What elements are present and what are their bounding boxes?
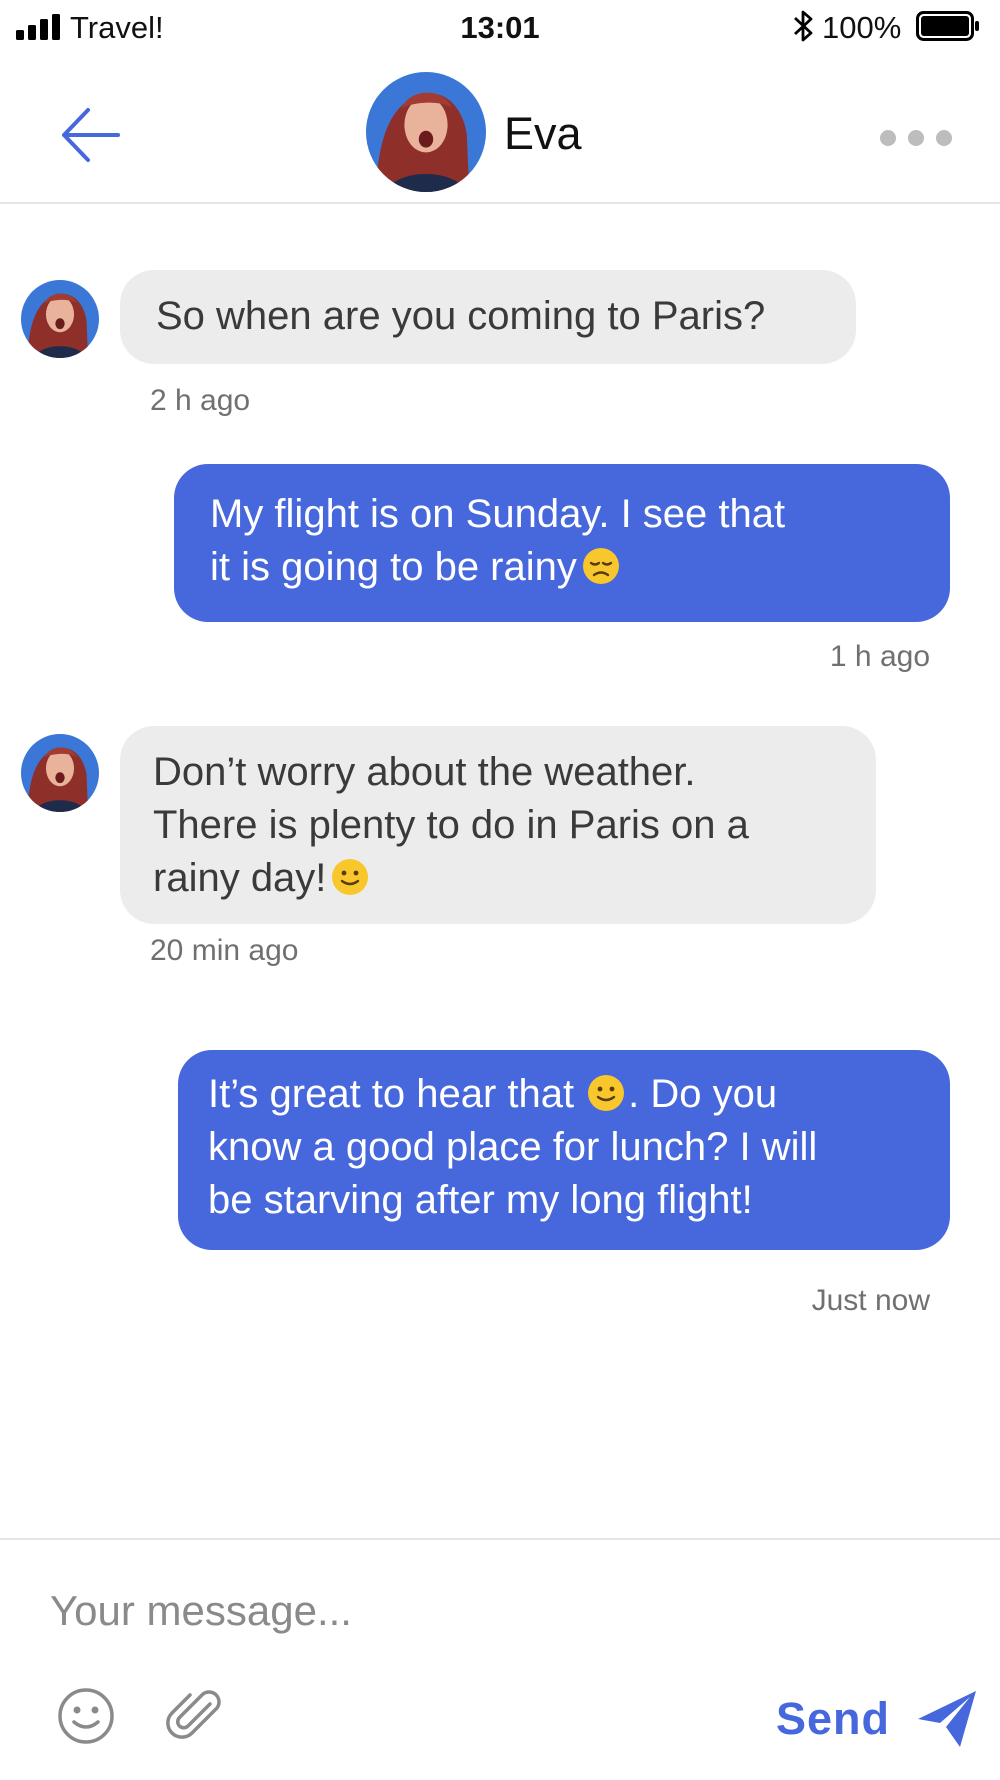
contact-avatar[interactable] (366, 72, 486, 192)
contact-name[interactable]: Eva (504, 108, 582, 160)
message-text-fragment: it is going to be rainy (210, 545, 577, 589)
sender-avatar[interactable] (21, 280, 99, 358)
disappointed-face-emoji (581, 546, 621, 586)
message-text-line: My flight is on Sunday. I see that (210, 492, 786, 536)
paperclip-icon[interactable] (166, 1686, 226, 1746)
emoji-icon[interactable] (56, 1686, 116, 1746)
message-text-fragment: . Do you (628, 1072, 778, 1116)
incoming-message-bubble: So when are you coming to Paris? (120, 270, 856, 364)
slightly-smiling-face-emoji (330, 857, 370, 897)
battery-icon (916, 11, 979, 41)
slightly-smiling-face-emoji (586, 1073, 626, 1113)
message-text-fragment: rainy day! (153, 856, 327, 900)
more-options-icon[interactable] (878, 126, 954, 150)
outgoing-message-bubble: It’s great to hear that . Do you know a g… (178, 1050, 950, 1250)
message-text-line: There is plenty to do in Paris on a (153, 803, 749, 847)
message-text: So when are you coming to Paris? (156, 294, 766, 338)
message-text-line: Don’t worry about the weather. (153, 750, 696, 794)
message-timestamp: 2 h ago (150, 384, 251, 417)
message-text-line: It’s great to hear that . Do you (208, 1068, 920, 1121)
message-composer: Send (0, 1538, 1000, 1780)
send-button[interactable]: Send (776, 1684, 978, 1754)
message-timestamp: Just now (811, 1284, 930, 1317)
outgoing-message-bubble: My flight is on Sunday. I see that it is… (174, 464, 950, 622)
message-timestamp: 20 min ago (150, 934, 299, 967)
status-bar: Travel! 13:01 100% (0, 0, 1000, 56)
sender-avatar[interactable] (21, 734, 99, 812)
message-timestamp: 1 h ago (829, 640, 930, 673)
message-text-line: be starving after my long flight! (208, 1178, 753, 1222)
incoming-message-bubble: Don’t worry about the weather. There is … (120, 726, 876, 924)
battery-percentage: 100% (822, 10, 902, 45)
back-arrow-icon[interactable] (58, 102, 124, 168)
message-text-line: it is going to be rainy (210, 541, 914, 594)
message-text-line: know a good place for lunch? I will (208, 1125, 818, 1169)
chat-header: Eva (0, 56, 1000, 204)
message-text-line: rainy day! (153, 852, 843, 905)
send-icon (918, 1691, 977, 1747)
message-input[interactable] (48, 1580, 952, 1642)
message-text-fragment: It’s great to hear that (208, 1072, 575, 1116)
bluetooth-icon (794, 10, 813, 42)
send-label: Send (776, 1693, 891, 1744)
